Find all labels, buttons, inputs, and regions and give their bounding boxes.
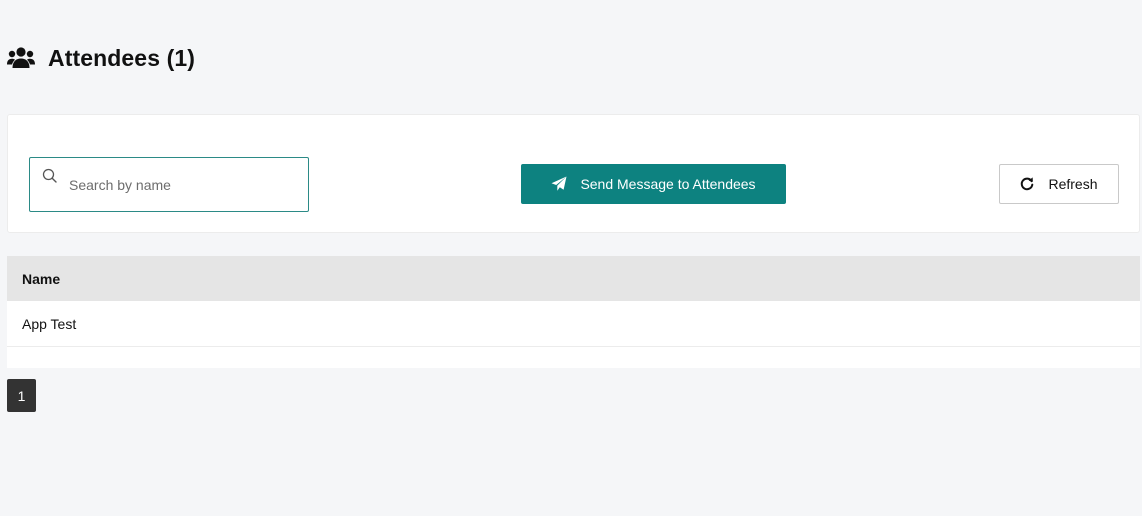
send-message-label: Send Message to Attendees — [580, 176, 756, 192]
table-row[interactable]: App Test — [7, 301, 1140, 347]
page-title: Attendees (1) — [48, 44, 195, 71]
users-icon — [7, 46, 35, 70]
attendee-name-cell: App Test — [22, 315, 77, 332]
column-header-name: Name — [22, 270, 61, 287]
search-icon — [42, 168, 58, 184]
page-header: Attendees (1) — [7, 40, 195, 76]
refresh-button[interactable]: Refresh — [999, 164, 1119, 204]
paper-plane-icon — [551, 176, 567, 192]
refresh-icon — [1020, 177, 1034, 191]
refresh-label: Refresh — [1048, 176, 1098, 192]
pagination: 1 — [7, 379, 36, 412]
send-message-button[interactable]: Send Message to Attendees — [521, 164, 786, 204]
attendees-table: Name App Test — [7, 256, 1140, 368]
search-input[interactable] — [69, 175, 294, 195]
table-header-row: Name — [7, 256, 1140, 301]
page-button-1[interactable]: 1 — [7, 379, 36, 412]
toolbar-card: Send Message to Attendees Refresh — [7, 114, 1140, 233]
search-box[interactable] — [29, 157, 309, 212]
